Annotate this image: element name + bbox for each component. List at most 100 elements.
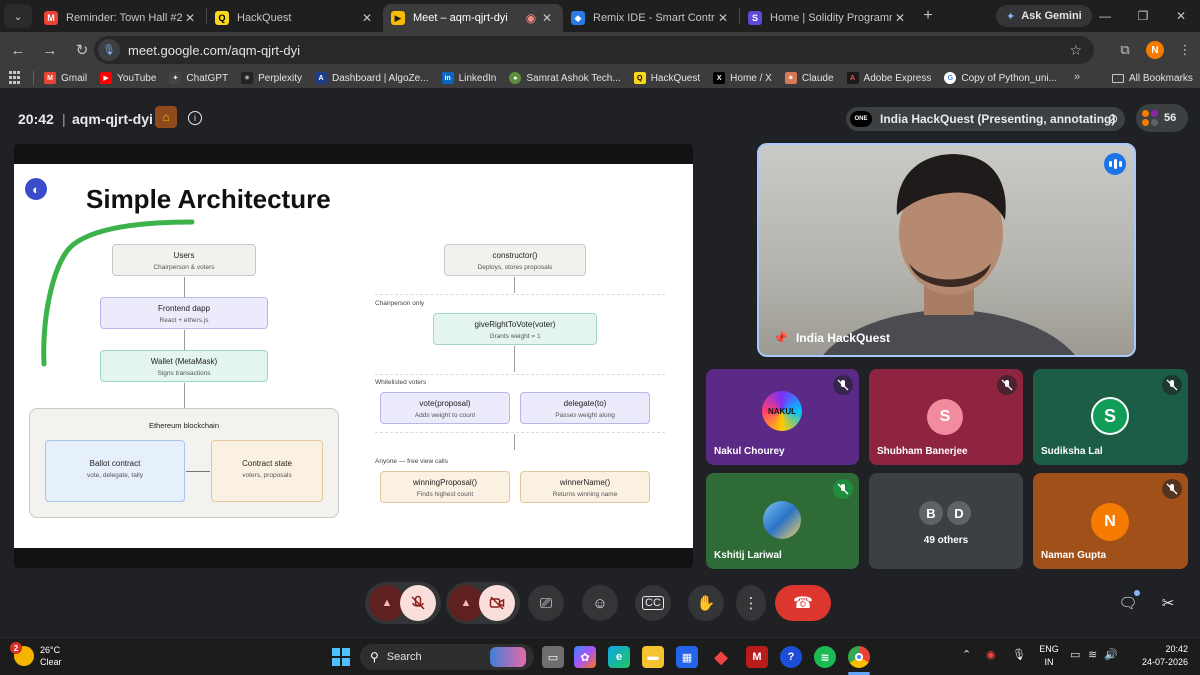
file-explorer-icon[interactable]: ▬ xyxy=(642,646,664,668)
box-subtitle: React + ethers.js xyxy=(159,317,209,324)
reactions-button[interactable]: ☺ xyxy=(582,585,618,621)
pin-icon[interactable]: 📌 xyxy=(773,331,788,345)
volume-icon[interactable]: 🔊 xyxy=(1104,648,1118,661)
host-tools-button[interactable]: ✂ xyxy=(1154,589,1182,617)
close-icon[interactable]: ✕ xyxy=(539,11,555,25)
wifi-icon[interactable]: ≋ xyxy=(1088,648,1097,661)
avatar: NAKUL xyxy=(762,391,802,431)
meeting-info-icon[interactable]: i xyxy=(188,111,202,125)
close-icon[interactable]: ✕ xyxy=(715,11,731,25)
restore-button[interactable]: ❐ xyxy=(1124,0,1162,32)
captions-button[interactable]: CC xyxy=(635,585,671,621)
tray-overflow-icon[interactable]: ⌃ xyxy=(962,648,971,661)
site-info-icon[interactable]: 🎙 xyxy=(98,39,120,61)
system-clock[interactable]: 20:42 24-07-2026 xyxy=(1132,643,1188,669)
participants-button[interactable]: 56 xyxy=(1136,104,1188,132)
copilot-icon[interactable]: ✿ xyxy=(574,646,596,668)
moon-icon: 2 xyxy=(10,642,34,666)
close-icon[interactable]: ✕ xyxy=(359,11,375,25)
reload-button[interactable]: ↻ xyxy=(68,36,96,64)
tab-search-button[interactable]: ⌄ xyxy=(4,4,32,28)
more-options-button[interactable]: ⋮ xyxy=(736,585,766,621)
bookmark-python-doc[interactable]: G Copy of Python_uni... xyxy=(944,72,1057,84)
speaker-tile[interactable]: 📌 India HackQuest xyxy=(757,143,1136,357)
bookmark-claude[interactable]: ✷ Claude xyxy=(784,72,834,84)
bookmark-linkedin[interactable]: in LinkedIn xyxy=(441,72,496,84)
new-tab-button[interactable]: + xyxy=(916,7,940,25)
stop-presenting-icon[interactable]: ⊘ xyxy=(1102,108,1124,130)
bookmark-hackquest[interactable]: Q HackQuest xyxy=(633,72,700,84)
camera-toggle-button[interactable] xyxy=(479,585,515,621)
leave-call-button[interactable]: ☎ xyxy=(775,585,831,621)
host-controls-icon[interactable]: ⌂ xyxy=(155,106,177,128)
language-indicator[interactable]: ENG IN xyxy=(1038,643,1060,669)
all-bookmarks-label: All Bookmarks xyxy=(1129,72,1193,84)
presenter-logo: ONE xyxy=(850,111,872,127)
emoji-icon: ☺ xyxy=(592,594,608,612)
microphone-tray-icon[interactable]: 🎙 xyxy=(1012,648,1026,661)
chrome-icon[interactable] xyxy=(848,646,870,668)
store-icon[interactable]: ▦ xyxy=(676,646,698,668)
close-window-button[interactable]: ✕ xyxy=(1162,0,1200,32)
presenter-indicator[interactable]: ONE India HackQuest (Presenting, annotat… xyxy=(846,107,1126,131)
bookmark-algozenith[interactable]: A Dashboard | AlgoZe... xyxy=(315,72,429,84)
participant-tile-shubham[interactable]: S Shubham Banerjee xyxy=(869,369,1023,465)
mic-off-icon xyxy=(833,375,853,395)
extensions-icon[interactable]: ⧉ xyxy=(1110,35,1140,65)
tab-meet[interactable]: ▶ Meet – aqm-qjrt-dyi ◉ ✕ xyxy=(383,4,563,32)
mic-off-icon xyxy=(1162,375,1182,395)
all-bookmarks-button[interactable]: All Bookmarks xyxy=(1112,68,1193,88)
bookmark-perplexity[interactable]: ✳ Perplexity xyxy=(241,72,302,84)
participant-tile-nakul[interactable]: NAKUL Nakul Chourey xyxy=(706,369,859,465)
back-button[interactable]: ← xyxy=(4,36,32,64)
bookmark-label: Perplexity xyxy=(258,72,303,84)
close-icon[interactable]: ✕ xyxy=(892,11,908,25)
security-tray-icon[interactable]: ◉ xyxy=(986,648,996,661)
ask-gemini-button[interactable]: ✦ Ask Gemini xyxy=(996,5,1092,27)
close-icon[interactable]: ✕ xyxy=(182,11,198,25)
bookmark-chatgpt[interactable]: ✦ ChatGPT xyxy=(169,72,228,84)
address-bar[interactable]: 🎙 meet.google.com/aqm-qjrt-dyi ☆ xyxy=(94,36,1094,64)
edge-icon[interactable]: e xyxy=(608,646,630,668)
task-view-icon[interactable]: ▭ xyxy=(542,646,564,668)
apps-grid-icon[interactable] xyxy=(9,71,23,85)
spotify-icon[interactable]: ≋ xyxy=(814,646,836,668)
url-text[interactable]: meet.google.com/aqm-qjrt-dyi xyxy=(128,43,300,58)
bookmark-gmail[interactable]: M Gmail xyxy=(44,72,87,84)
more-bookmarks-icon[interactable]: » xyxy=(1074,71,1080,83)
participant-tile-sudiksha[interactable]: S Sudiksha Lal xyxy=(1033,369,1188,465)
battery-icon[interactable]: ▭ xyxy=(1070,648,1080,661)
frontend-box: Frontend dapp React + ethers.js xyxy=(100,297,268,329)
browser-menu-icon[interactable]: ⋮ xyxy=(1170,35,1200,65)
chatgpt-icon: ✦ xyxy=(169,72,182,84)
raise-hand-button[interactable]: ✋ xyxy=(688,585,724,621)
minimize-button[interactable]: — xyxy=(1086,0,1124,32)
profile-button[interactable]: N xyxy=(1140,35,1170,65)
bookmark-label: Copy of Python_uni... xyxy=(961,72,1057,84)
bookmark-star-icon[interactable]: ☆ xyxy=(1069,42,1082,59)
wallet-box: Wallet (MetaMask) Signs transactions xyxy=(100,350,268,382)
hackquest-icon: Q xyxy=(215,11,229,25)
taskbar-search[interactable]: ⚲ Search xyxy=(360,644,534,670)
bookmark-x[interactable]: X Home / X xyxy=(713,72,772,84)
tab-gmail-reminder[interactable]: M Reminder: Town Hall #2 Starts ✕ xyxy=(36,4,206,32)
participant-tile-kshitij[interactable]: Kshitij Lariwal xyxy=(706,473,859,569)
present-screen-button[interactable]: ⎚ xyxy=(528,585,564,621)
others-tile[interactable]: B D 49 others xyxy=(869,473,1023,569)
forward-button[interactable]: → xyxy=(36,36,64,64)
help-icon[interactable]: ? xyxy=(780,646,802,668)
bookmark-youtube[interactable]: ▶ YouTube xyxy=(100,72,156,84)
anydesk-icon[interactable]: ◆ xyxy=(710,646,732,668)
tab-solidity[interactable]: S Home | Solidity Programming ✕ xyxy=(740,4,916,32)
chat-button[interactable]: 🗨 xyxy=(1114,589,1142,617)
mic-toggle-button[interactable] xyxy=(400,585,436,621)
tab-remix[interactable]: ◆ Remix IDE - Smart Contract De ✕ xyxy=(563,4,739,32)
mcafee-icon[interactable]: M xyxy=(746,646,768,668)
tab-hackquest[interactable]: Q HackQuest ✕ xyxy=(207,4,383,32)
clock-time: 20:42 xyxy=(1165,644,1188,654)
start-button[interactable] xyxy=(330,646,352,668)
bookmark-samrat-ashok[interactable]: ● Samrat Ashok Tech... xyxy=(509,72,621,84)
weather-widget[interactable]: 2 26°C Clear xyxy=(10,642,62,668)
participant-tile-naman[interactable]: N Naman Gupta xyxy=(1033,473,1188,569)
bookmark-adobe-express[interactable]: A Adobe Express xyxy=(846,72,931,84)
